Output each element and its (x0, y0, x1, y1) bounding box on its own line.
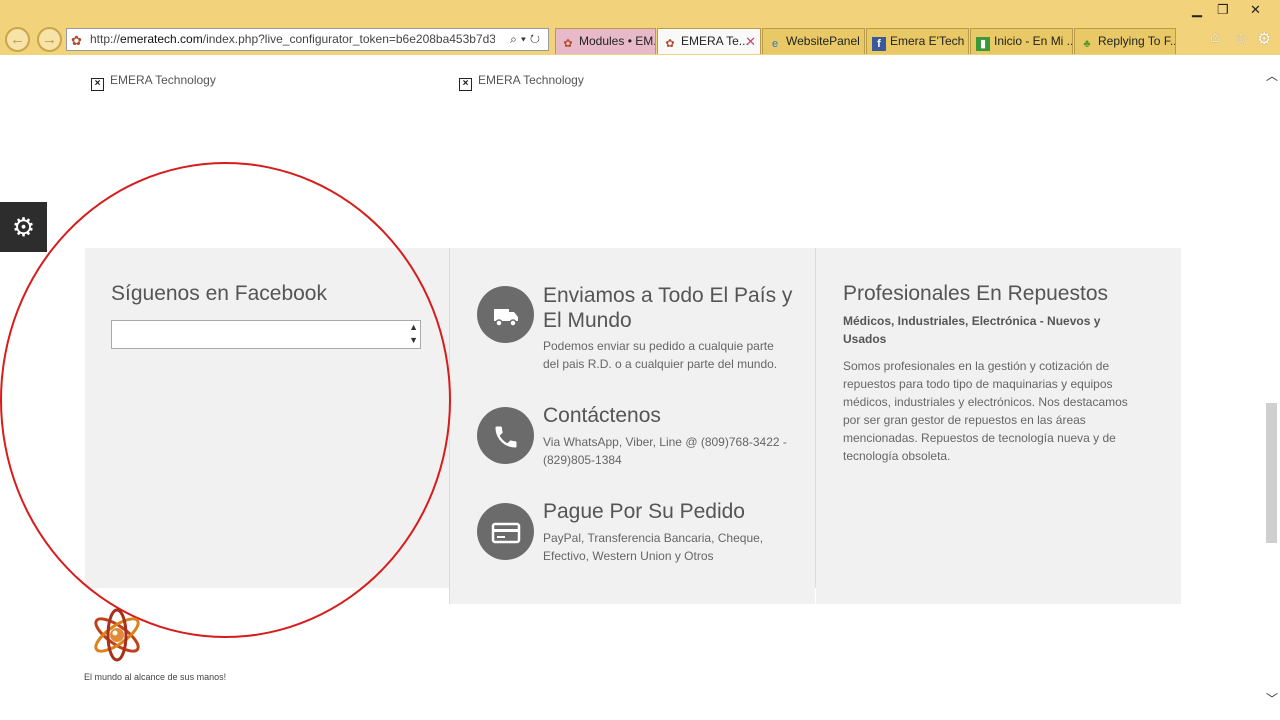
annotation-circle (0, 162, 451, 638)
refresh-icon[interactable]: ↻ (530, 32, 544, 46)
ie-icon: e (771, 38, 779, 50)
professionals-text: Somos profesionales en la gestión y coti… (843, 359, 1128, 463)
facebook-icon: f (872, 37, 886, 51)
tab-replying[interactable]: ♣ Replying To F... (1074, 28, 1176, 54)
tab-modules[interactable]: ✿ Modules • EM... (555, 28, 656, 54)
browser-chrome: ← → ✿ http://emeratech.com/index.php?liv… (0, 0, 1280, 55)
close-window-icon[interactable]: ✕ (1250, 2, 1261, 18)
feature-text: PayPal, Transferencia Bancaria, Cheque, … (543, 531, 764, 563)
settings-gear-icon[interactable]: ⚙ (1257, 29, 1271, 49)
tab-emera-active[interactable]: ✿ EMERA Te... ✕ (657, 28, 761, 54)
broken-image: × EMERA Technology (91, 73, 216, 91)
book-icon: ▮ (976, 37, 990, 51)
feature-title: Enviamos a Todo El País y El Mundo (543, 284, 793, 332)
back-button[interactable]: ← (5, 27, 30, 52)
tagline: El mundo al alcance de sus manos! (84, 672, 227, 682)
professionals-subtitle: Médicos, Industriales, Electrónica - Nue… (843, 314, 1101, 346)
close-tab-icon[interactable]: ✕ (745, 29, 756, 54)
site-favicon-icon: ✿ (665, 38, 675, 50)
feature-text: Podemos enviar su pedido a cualquie part… (543, 339, 778, 371)
site-favicon-icon: ✿ (563, 38, 573, 50)
scroll-thumb[interactable] (1266, 403, 1277, 543)
feature-title: Contáctenos (543, 404, 661, 427)
feature-title: Pague Por Su Pedido (543, 500, 745, 523)
url-text: http://emeratech.com/index.php?live_conf… (90, 32, 495, 46)
scroll-up-icon[interactable]: ︿ (1266, 67, 1278, 84)
home-icon[interactable]: ⌂ (1210, 29, 1220, 47)
minimize-icon[interactable]: ▁ (1192, 2, 1202, 18)
gears-icon: ⚙ (11, 212, 36, 242)
forum-icon: ♣ (1083, 38, 1091, 50)
address-bar[interactable]: ✿ http://emeratech.com/index.php?live_co… (66, 28, 549, 51)
live-configurator-gear-button[interactable]: ⚙ (0, 202, 47, 252)
search-icon[interactable]: ⌕ (510, 32, 521, 46)
broken-image-icon: × (91, 78, 104, 91)
broken-image: × EMERA Technology (459, 73, 584, 91)
scroll-down-icon[interactable]: ﹀ (1266, 690, 1278, 707)
tab-emera-facebook[interactable]: f Emera E'Tech ... (866, 28, 969, 54)
truck-icon (477, 286, 534, 343)
feature-text: Via WhatsApp, Viber, Line @ (809)768-342… (543, 435, 787, 467)
vertical-scrollbar[interactable] (1263, 55, 1280, 720)
forward-button[interactable]: → (37, 27, 62, 52)
professionals-title: Profesionales En Repuestos (843, 282, 1108, 305)
divider (815, 248, 816, 588)
emera-atom-logo (94, 608, 140, 662)
address-tools[interactable]: ⌕▾↻ (510, 29, 544, 50)
tab-websitepanel[interactable]: e WebsitePanel ... (762, 28, 865, 54)
site-favicon-icon: ✿ (71, 33, 82, 48)
favorites-star-icon[interactable]: ☆ (1234, 29, 1248, 49)
credit-card-icon (477, 503, 534, 560)
restore-icon[interactable]: ❐ (1217, 2, 1229, 18)
phone-icon (477, 407, 534, 464)
tab-inicio[interactable]: ▮ Inicio - En Mi ... (970, 28, 1073, 54)
broken-image-icon: × (459, 78, 472, 91)
dropdown-icon[interactable]: ▾ (521, 32, 530, 46)
